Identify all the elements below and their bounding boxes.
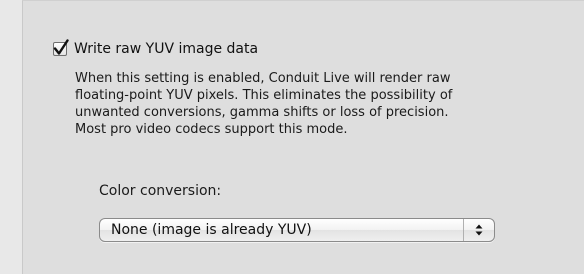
write-raw-yuv-checkbox[interactable]	[53, 39, 69, 56]
popup-arrows	[463, 219, 494, 241]
option-description: When this setting is enabled, Conduit Li…	[75, 70, 565, 138]
checkmark-icon	[53, 39, 69, 55]
settings-panel: Write raw YUV image data When this setti…	[22, 0, 584, 274]
description-line: When this setting is enabled, Conduit Li…	[75, 71, 451, 86]
color-conversion-popup[interactable]: None (image is already YUV)	[99, 218, 495, 242]
description-line: floating-point YUV pixels. This eliminat…	[75, 88, 453, 103]
color-conversion-label: Color conversion:	[99, 183, 222, 199]
write-raw-yuv-label[interactable]: Write raw YUV image data	[74, 41, 258, 57]
write-raw-yuv-option[interactable]: Write raw YUV image data	[53, 39, 258, 57]
description-line: unwanted conversions, gamma shifts or lo…	[75, 105, 449, 120]
up-down-arrows-icon	[475, 224, 483, 236]
description-line: Most pro video codecs support this mode.	[75, 122, 348, 137]
color-conversion-selected-value: None (image is already YUV)	[111, 222, 312, 238]
